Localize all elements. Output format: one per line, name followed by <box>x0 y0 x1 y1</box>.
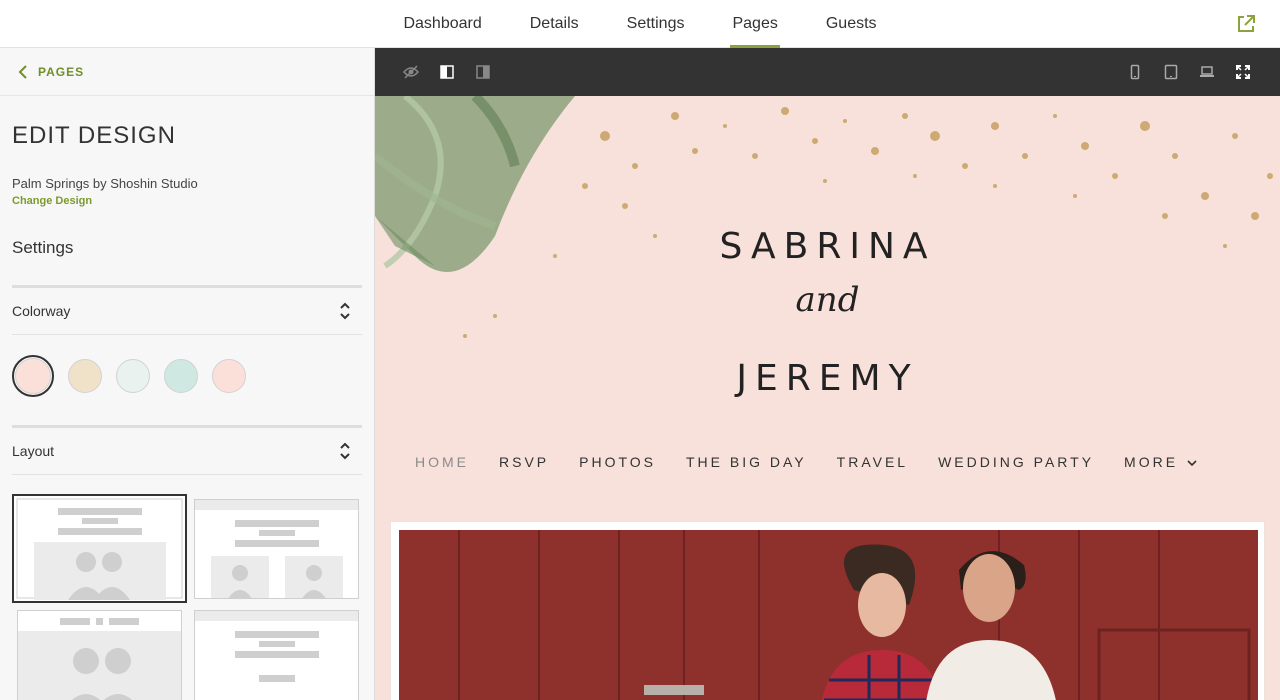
colorway-label: Colorway <box>12 303 71 319</box>
menu-rsvp[interactable]: RSVP <box>499 454 549 470</box>
layout-label: Layout <box>12 443 55 459</box>
collapse-icon[interactable] <box>338 302 352 320</box>
menu-more[interactable]: MORE <box>1124 454 1197 470</box>
and-script: and <box>795 280 860 320</box>
couple-photo-illustration <box>399 530 1258 700</box>
layout-thumbnail-icon <box>195 611 358 682</box>
tab-details[interactable]: Details <box>506 0 603 48</box>
tab-guests[interactable]: Guests <box>802 0 901 48</box>
colorway-swatches <box>12 355 246 397</box>
laptop-icon[interactable] <box>1199 64 1215 80</box>
sidebar-right-icon[interactable] <box>475 64 491 80</box>
external-link-icon[interactable] <box>1236 14 1256 34</box>
back-label: PAGES <box>38 64 85 79</box>
phone-icon[interactable] <box>1127 64 1143 80</box>
tab-settings[interactable]: Settings <box>603 0 709 48</box>
tab-pages[interactable]: Pages <box>708 0 801 48</box>
menu-home[interactable]: HOME <box>415 454 469 470</box>
swatch-blush[interactable] <box>12 355 54 397</box>
layout-thumbnail-icon <box>195 500 358 598</box>
swatch-blush-fill <box>15 358 51 394</box>
couple-photo <box>399 530 1258 700</box>
collapse-icon[interactable] <box>338 442 352 460</box>
top-navigation: Dashboard Details Settings Pages Guests <box>0 0 1280 48</box>
website-preview: SABRINA and JEREMY HOME RSVP PHOTOS THE … <box>375 96 1280 700</box>
design-name: Palm Springs by Shoshin Studio <box>12 176 198 191</box>
layout-option-2[interactable] <box>194 499 359 599</box>
nav-tabs: Dashboard Details Settings Pages Guests <box>0 0 1280 48</box>
hide-icon[interactable] <box>403 64 419 80</box>
page-title: EDIT DESIGN <box>12 122 176 149</box>
partner-name-2: JEREMY <box>736 358 919 399</box>
partner-name-1: SABRINA <box>719 226 936 267</box>
layout-option-1[interactable] <box>12 494 187 603</box>
layout-option-4[interactable] <box>194 610 359 700</box>
back-to-pages-link[interactable]: PAGES <box>0 48 374 96</box>
change-design-link[interactable]: Change Design <box>12 195 92 207</box>
menu-travel[interactable]: TRAVEL <box>837 454 908 470</box>
swatch-mint[interactable] <box>164 359 198 393</box>
preview-toolbar <box>375 48 1280 96</box>
tab-dashboard[interactable]: Dashboard <box>379 0 505 48</box>
swatch-peach[interactable] <box>212 359 246 393</box>
layout-thumbnail-icon <box>16 498 183 600</box>
tablet-icon[interactable] <box>1163 64 1179 80</box>
sidebar-left-icon[interactable] <box>439 64 455 80</box>
layout-section-header[interactable]: Layout <box>12 425 362 475</box>
edit-design-sidebar: PAGES EDIT DESIGN Palm Springs by Shoshi… <box>0 48 375 700</box>
menu-wedding-party[interactable]: WEDDING PARTY <box>938 454 1094 470</box>
swatch-sand[interactable] <box>68 359 102 393</box>
site-menu: HOME RSVP PHOTOS THE BIG DAY TRAVEL WEDD… <box>415 454 1227 470</box>
chevron-left-icon <box>18 64 27 79</box>
chevron-down-icon <box>1187 460 1197 467</box>
settings-heading: Settings <box>12 238 74 257</box>
menu-more-label: MORE <box>1124 454 1179 470</box>
swatch-mint-light[interactable] <box>116 359 150 393</box>
layout-option-3[interactable] <box>17 610 182 700</box>
layout-thumbnail-icon <box>18 618 181 700</box>
menu-the-big-day[interactable]: THE BIG DAY <box>686 454 807 470</box>
colorway-section-header[interactable]: Colorway <box>12 285 362 335</box>
hero-photo-frame <box>390 521 1265 700</box>
menu-photos[interactable]: PHOTOS <box>579 454 656 470</box>
fullscreen-icon[interactable] <box>1235 64 1251 80</box>
